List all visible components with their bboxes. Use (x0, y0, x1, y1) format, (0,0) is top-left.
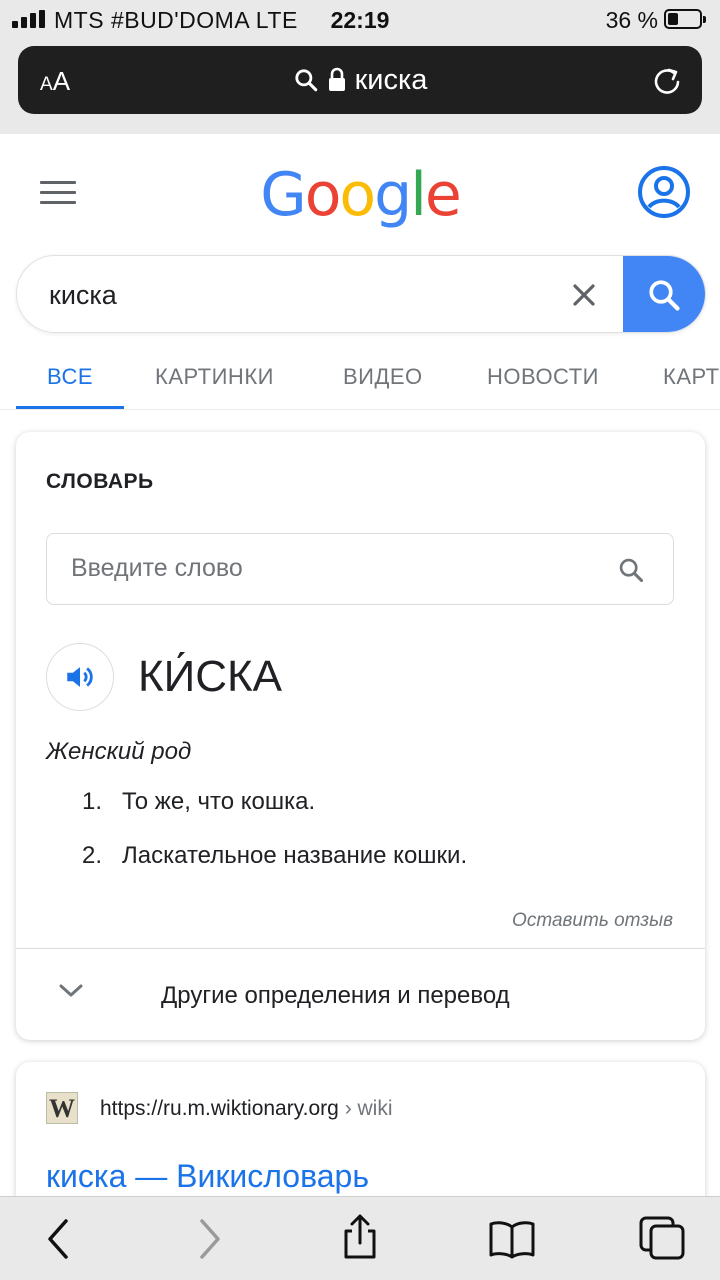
back-icon[interactable] (44, 1217, 74, 1261)
search-button[interactable] (623, 256, 705, 332)
chevron-down-icon (59, 984, 83, 997)
address-bar[interactable]: AA киска (18, 46, 702, 114)
status-bar: MTS #BUD'DOMA LTE 22:19 36 % (0, 0, 720, 40)
site-favicon: W (46, 1092, 78, 1124)
more-definitions-button[interactable]: Другие определения и перевод (16, 949, 705, 1040)
share-icon[interactable] (340, 1213, 380, 1261)
tabs-icon[interactable] (638, 1215, 686, 1261)
result-title-link[interactable]: киска — Викисловарь (46, 1158, 369, 1195)
result-domain: https://ru.m.wiktionary.org (100, 1097, 339, 1120)
account-icon[interactable] (636, 164, 692, 220)
forward-icon[interactable] (194, 1217, 224, 1261)
definition-text: То же, что кошка. (122, 788, 316, 815)
browser-address-area: AA киска (0, 40, 720, 134)
result-url[interactable]: https://ru.m.wiktionary.org › wiki (100, 1097, 393, 1121)
speaker-icon (67, 667, 93, 687)
google-logo[interactable]: Google (0, 160, 720, 230)
bookmarks-icon[interactable] (488, 1219, 536, 1259)
headword: КИ́СКА (138, 652, 283, 701)
feedback-link[interactable]: Оставить отзыв (512, 910, 673, 932)
battery-icon (664, 9, 706, 29)
search-icon (294, 69, 317, 92)
active-tab-indicator (16, 406, 124, 409)
search-box[interactable]: киска (16, 255, 706, 333)
dictionary-card: СЛОВАРЬ КИ́СКА Женский род 1. То же, что … (16, 432, 705, 1040)
search-icon (649, 280, 680, 311)
tab-video[interactable]: ВИДЕО (343, 364, 423, 390)
lock-icon (328, 67, 345, 91)
tab-images[interactable]: КАРТИНКИ (155, 364, 274, 390)
definition-number: 2. (82, 842, 103, 869)
search-tabs: ВСЕ КАРТИНКИ ВИДЕО НОВОСТИ КАРТ (0, 340, 720, 410)
reload-icon[interactable] (652, 64, 684, 98)
browser-toolbar (0, 1196, 720, 1280)
part-of-speech: Женский род (46, 738, 192, 765)
dictionary-search-field[interactable] (46, 533, 674, 605)
search-input[interactable]: киска (49, 280, 117, 311)
definition-number: 1. (82, 788, 103, 815)
search-icon[interactable] (617, 556, 645, 584)
dictionary-input[interactable] (71, 554, 591, 583)
clear-icon[interactable] (571, 282, 597, 308)
pronunciation-button[interactable] (46, 643, 114, 711)
address-text: киска (354, 64, 428, 96)
tab-maps[interactable]: КАРТ (663, 364, 720, 390)
section-title: СЛОВАРЬ (46, 470, 154, 493)
definition-item: 2. Ласкательное название кошки. (82, 842, 467, 896)
definition-list: 1. То же, что кошка. 2. Ласкательное назва… (82, 788, 467, 896)
google-header: Google (0, 134, 720, 252)
battery-percent: 36 % (605, 7, 658, 33)
address-field[interactable]: киска (18, 64, 702, 97)
more-definitions-label: Другие определения и перевод (161, 982, 510, 1009)
definition-item: 1. То же, что кошка. (82, 788, 467, 842)
tab-news[interactable]: НОВОСТИ (487, 364, 599, 390)
result-breadcrumb: › wiki (338, 1097, 393, 1120)
definition-text: Ласкательное название кошки. (122, 842, 468, 869)
tab-all[interactable]: ВСЕ (47, 364, 93, 390)
